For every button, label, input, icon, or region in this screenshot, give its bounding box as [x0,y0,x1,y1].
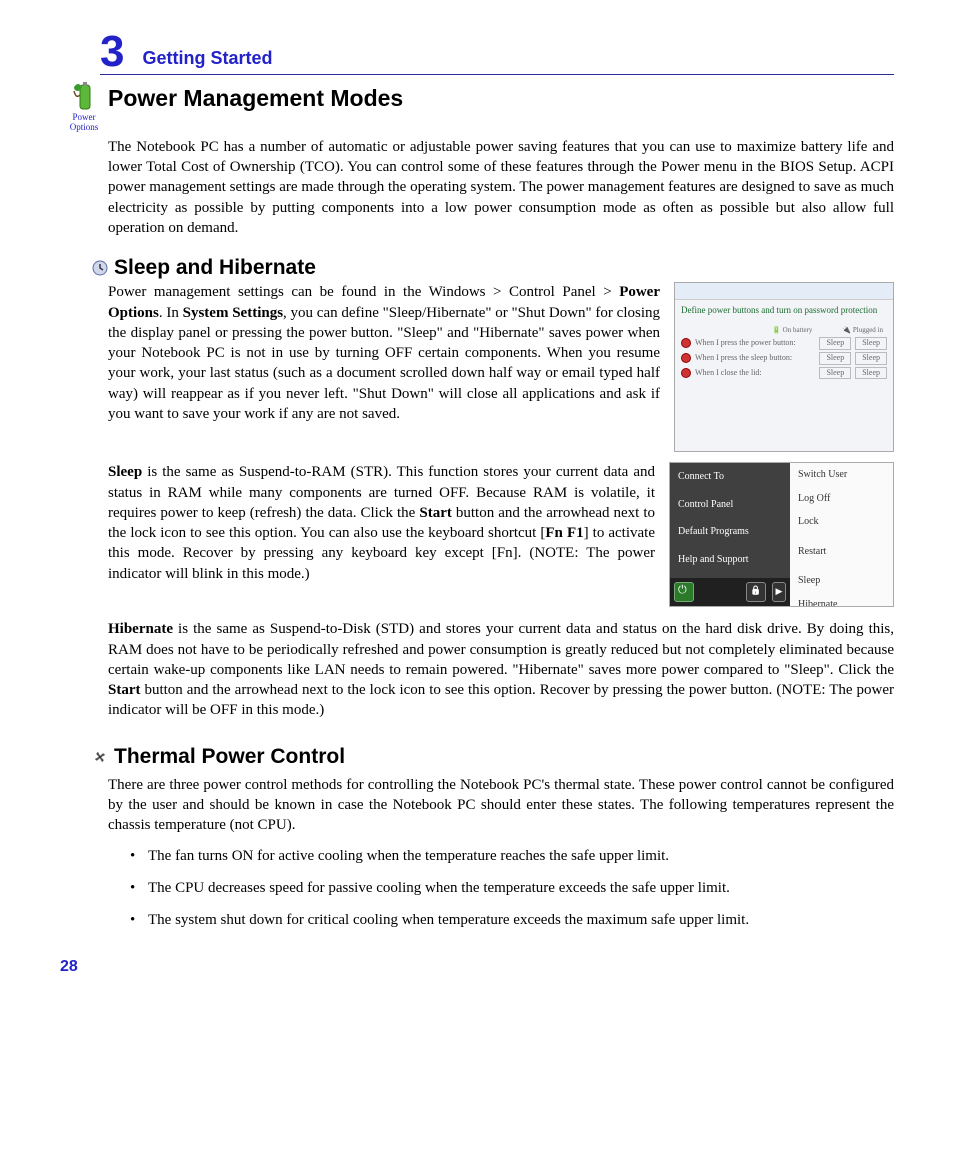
power-icon [674,582,694,602]
sleep-hibernate-para1: Power management settings can be found i… [108,282,660,424]
power-options-icon: Power Options [60,81,108,133]
section-power-management-modes-title: Power Management Modes [108,83,894,114]
chapter-number: 3 [100,30,124,74]
chevron-right-icon: ▶ [772,582,786,602]
power-management-para: The Notebook PC has a number of automati… [108,137,894,238]
section-thermal-power-control-title: Thermal Power Control [114,743,345,771]
clock-icon [92,260,108,276]
list-item: The fan turns ON for active cooling when… [130,846,894,866]
power-options-icon-label: Power Options [60,113,108,133]
lock-icon [746,582,766,602]
page-number: 28 [60,956,894,978]
sleep-para: Sleep is the same as Suspend-to-RAM (STR… [108,462,655,584]
fan-icon [92,749,108,765]
thermal-para: There are three power control methods fo… [108,775,894,836]
chapter-title: Getting Started [142,46,272,74]
chapter-header: 3 Getting Started [100,30,894,75]
hibernate-para: Hibernate is the same as Suspend-to-Disk… [108,619,894,720]
start-menu-screenshot: Connect To Control Panel Default Program… [669,462,894,607]
thermal-bullets: The fan turns ON for active cooling when… [130,846,894,931]
section-sleep-hibernate-title: Sleep and Hibernate [114,254,316,282]
control-panel-screenshot: Define power buttons and turn on passwor… [674,282,894,452]
list-item: The CPU decreases speed for passive cool… [130,878,894,898]
list-item: The system shut down for critical coolin… [130,910,894,930]
